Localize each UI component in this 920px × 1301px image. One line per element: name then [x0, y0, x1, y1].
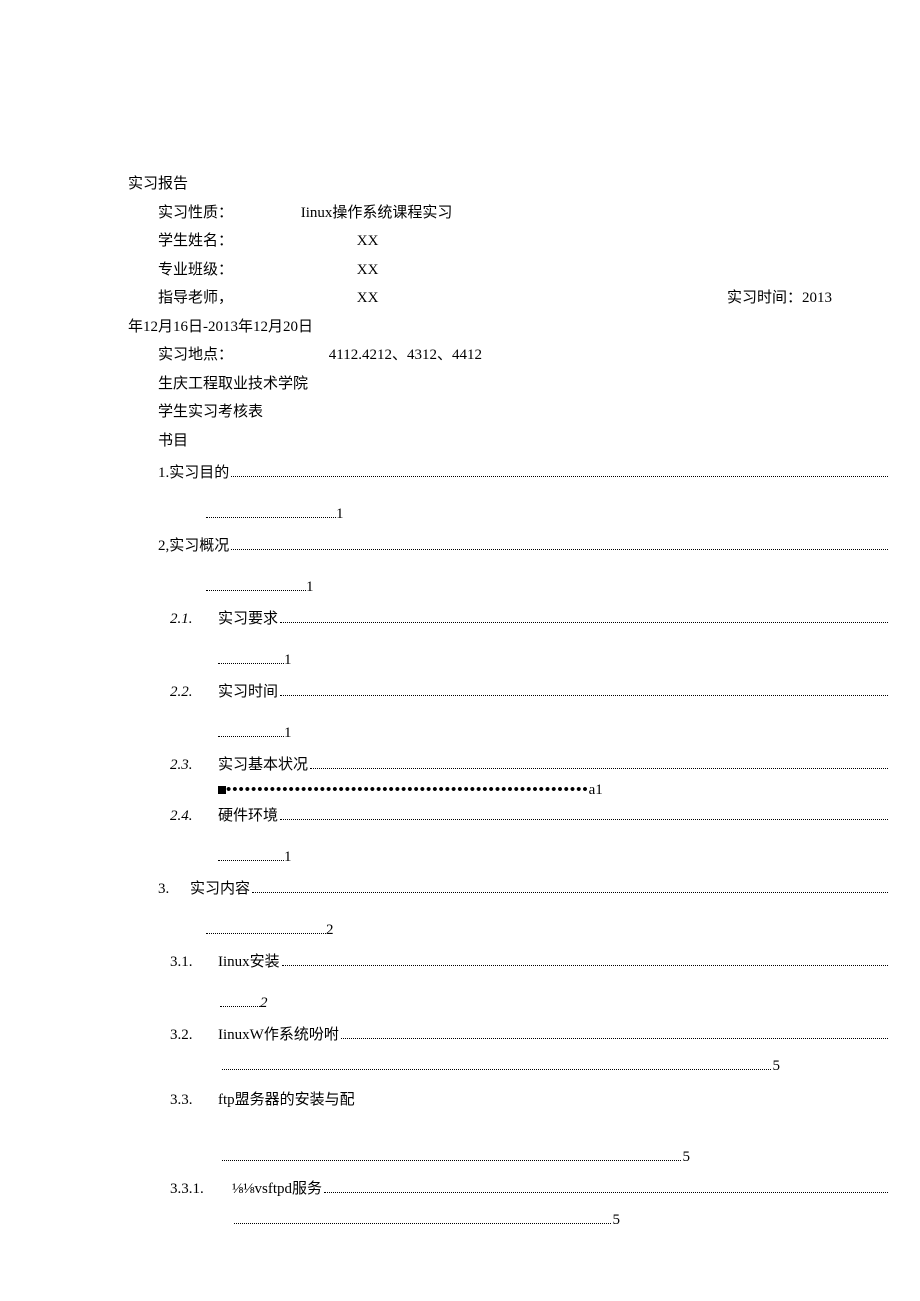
toc-page: 5 — [613, 1206, 621, 1235]
toc-cont-1: 1 — [128, 500, 890, 529]
table-title: 学生实习考核表 — [128, 398, 890, 427]
toc-cont-31: 2 — [128, 989, 890, 1018]
toc-num: 3.3. — [170, 1086, 218, 1115]
org-line: 生庆工程取业技术学院 — [128, 370, 890, 399]
toc-heading: 书目 — [128, 427, 890, 456]
toc-page: 5 — [683, 1143, 691, 1172]
toc-cont-22: 1 — [128, 719, 890, 748]
toc-dots — [310, 768, 888, 769]
toc-item-1: 1.实习目的 — [128, 459, 890, 488]
toc-num: 2.4. — [170, 802, 218, 831]
toc-cont-21: 1 — [128, 646, 890, 675]
toc-item-21: 2.1. 实习要求 — [128, 605, 890, 634]
toc-dots — [234, 1223, 611, 1224]
time-label: 实习时间：2013 — [727, 284, 832, 313]
toc-dots — [280, 695, 888, 696]
info-name: 学生姓名： XX — [128, 227, 890, 256]
name-label: 学生姓名： — [158, 227, 233, 256]
toc-item-24: 2.4. 硬件环境 — [128, 802, 890, 831]
toc-num: 3.3.1. — [170, 1175, 232, 1204]
toc-label: 硬件环境 — [218, 802, 278, 831]
nature-value: Iinux操作系统课程实习 — [301, 199, 453, 228]
toc-cont-32: 5 — [128, 1052, 890, 1081]
toc-dots — [222, 1160, 681, 1161]
place-value: 4112.4212、4312、4412 — [329, 341, 482, 370]
toc-item-2: 2,实习概况 — [128, 532, 890, 561]
toc-page: 2 — [326, 922, 334, 938]
toc-dots — [222, 1069, 771, 1070]
toc-page: a1 — [589, 782, 603, 798]
toc-item-32: 3.2. IinuxW作系统吩咐 — [128, 1021, 890, 1050]
info-place: 实习地点： 4112.4212、4312、4412 — [128, 341, 890, 370]
toc-dots — [280, 622, 888, 623]
name-value: XX — [357, 227, 379, 256]
bold-dots: ••••••••••••••••••••••••••••••••••••••••… — [226, 782, 589, 798]
toc-dots — [280, 819, 888, 820]
toc-num: 2.1. — [170, 605, 218, 634]
class-value: XX — [357, 256, 379, 285]
place-label: 实习地点： — [158, 341, 233, 370]
square-icon — [218, 786, 226, 794]
teacher-label: 指导老师， — [158, 284, 233, 313]
toc-dots — [324, 1192, 888, 1193]
toc-dots — [252, 892, 888, 893]
report-title: 实习报告 — [128, 170, 890, 199]
toc-num: 2.2. — [170, 678, 218, 707]
toc-label: Iinux安装 — [218, 948, 280, 977]
nature-label: 实习性质： — [158, 199, 233, 228]
toc-page: 1 — [336, 506, 344, 522]
toc-page: 1 — [284, 652, 292, 668]
toc-cont-23: ••••••••••••••••••••••••••••••••••••••••… — [128, 782, 890, 799]
toc-num: 2.3. — [170, 751, 218, 780]
toc-page: 1 — [284, 849, 292, 865]
toc-label: ftp盟务器的安装与配 — [218, 1086, 355, 1115]
toc-dots — [341, 1038, 888, 1039]
info-class: 专业班级： XX — [128, 256, 890, 285]
info-nature: 实习性质： Iinux操作系统课程实习 — [128, 199, 890, 228]
toc-cont-2: 1 — [128, 573, 890, 602]
toc-num: 3. — [158, 875, 190, 904]
time-wrap: 年12月16日-2013年12月20日 — [128, 313, 890, 342]
teacher-value: XX — [357, 284, 379, 313]
toc-item-3: 3. 实习内容 — [128, 875, 890, 904]
toc-cont-331: 5 — [128, 1206, 890, 1235]
toc-item-31: 3.1. Iinux安装 — [128, 948, 890, 977]
toc-dots — [231, 549, 888, 550]
toc-label: 1.实习目的 — [158, 459, 229, 488]
toc-cont-33: 5 — [128, 1143, 890, 1172]
toc-cont-24: 1 — [128, 843, 890, 872]
class-label: 专业班级： — [158, 256, 233, 285]
toc-item-331: 3.3.1. ⅛⅛vsftpd服务 — [128, 1175, 890, 1204]
info-teacher: 指导老师， XX 实习时间：2013 — [128, 284, 890, 313]
toc-page: 1 — [284, 725, 292, 741]
toc-item-33: 3.3. ftp盟务器的安装与配 — [128, 1086, 890, 1115]
toc-label: 实习基本状况 — [218, 751, 308, 780]
toc-label: 实习要求 — [218, 605, 278, 634]
toc-page: 1 — [306, 579, 314, 595]
toc-cont-3: 2 — [128, 916, 890, 945]
toc-page: 2 — [260, 995, 268, 1011]
toc-dots — [231, 476, 888, 477]
toc-label: 实习时间 — [218, 678, 278, 707]
toc-dots — [282, 965, 888, 966]
toc-item-23: 2.3. 实习基本状况 — [128, 751, 890, 780]
toc-label: IinuxW作系统吩咐 — [218, 1021, 339, 1050]
toc-num: 3.1. — [170, 948, 218, 977]
toc-page: 5 — [773, 1052, 781, 1081]
toc-num: 3.2. — [170, 1021, 218, 1050]
toc-label: ⅛⅛vsftpd服务 — [232, 1175, 322, 1204]
toc-item-22: 2.2. 实习时间 — [128, 678, 890, 707]
toc-label: 实习内容 — [190, 875, 250, 904]
toc-label: 2,实习概况 — [158, 532, 229, 561]
